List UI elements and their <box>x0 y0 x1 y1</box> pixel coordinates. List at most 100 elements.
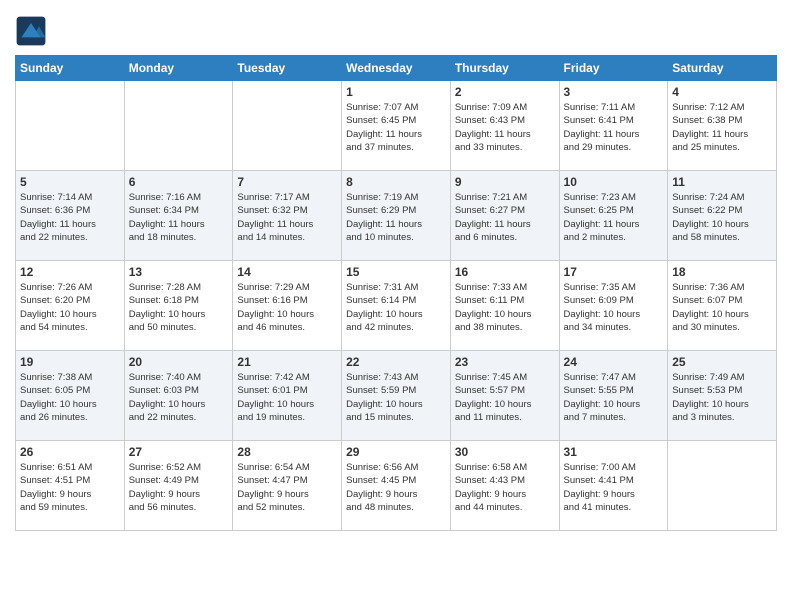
calendar-cell: 24 Sunrise: 7:47 AM Sunset: 5:55 PM Dayli… <box>559 351 668 441</box>
day-number: 25 <box>672 355 772 369</box>
day-content: Sunrise: 7:07 AM Sunset: 6:45 PM Dayligh… <box>346 101 446 154</box>
day-number: 6 <box>129 175 229 189</box>
day-content: Sunrise: 6:52 AM Sunset: 4:49 PM Dayligh… <box>129 461 229 514</box>
day-number: 22 <box>346 355 446 369</box>
calendar-cell: 1 Sunrise: 7:07 AM Sunset: 6:45 PM Daylig… <box>342 81 451 171</box>
day-content: Sunrise: 7:35 AM Sunset: 6:09 PM Dayligh… <box>564 281 664 334</box>
day-content: Sunrise: 7:14 AM Sunset: 6:36 PM Dayligh… <box>20 191 120 244</box>
weekday-header-sunday: Sunday <box>16 56 125 81</box>
calendar-cell: 2 Sunrise: 7:09 AM Sunset: 6:43 PM Daylig… <box>450 81 559 171</box>
weekday-header-thursday: Thursday <box>450 56 559 81</box>
calendar-cell: 4 Sunrise: 7:12 AM Sunset: 6:38 PM Daylig… <box>668 81 777 171</box>
day-content: Sunrise: 7:17 AM Sunset: 6:32 PM Dayligh… <box>237 191 337 244</box>
day-content: Sunrise: 7:16 AM Sunset: 6:34 PM Dayligh… <box>129 191 229 244</box>
calendar-cell: 6 Sunrise: 7:16 AM Sunset: 6:34 PM Daylig… <box>124 171 233 261</box>
day-content: Sunrise: 6:56 AM Sunset: 4:45 PM Dayligh… <box>346 461 446 514</box>
day-content: Sunrise: 7:19 AM Sunset: 6:29 PM Dayligh… <box>346 191 446 244</box>
day-content: Sunrise: 7:21 AM Sunset: 6:27 PM Dayligh… <box>455 191 555 244</box>
day-number: 15 <box>346 265 446 279</box>
day-number: 4 <box>672 85 772 99</box>
calendar-cell: 10 Sunrise: 7:23 AM Sunset: 6:25 PM Dayli… <box>559 171 668 261</box>
day-content: Sunrise: 7:29 AM Sunset: 6:16 PM Dayligh… <box>237 281 337 334</box>
calendar-cell: 28 Sunrise: 6:54 AM Sunset: 4:47 PM Dayli… <box>233 441 342 531</box>
day-number: 26 <box>20 445 120 459</box>
day-number: 3 <box>564 85 664 99</box>
day-number: 12 <box>20 265 120 279</box>
calendar-cell: 19 Sunrise: 7:38 AM Sunset: 6:05 PM Dayli… <box>16 351 125 441</box>
logo-icon <box>15 15 47 47</box>
calendar-cell: 12 Sunrise: 7:26 AM Sunset: 6:20 PM Dayli… <box>16 261 125 351</box>
header <box>15 15 777 47</box>
day-number: 24 <box>564 355 664 369</box>
calendar-cell: 18Sunrise: 7:36 AM Sunset: 6:07 PM Dayli… <box>668 261 777 351</box>
day-number: 10 <box>564 175 664 189</box>
calendar-cell <box>668 441 777 531</box>
calendar-cell: 5 Sunrise: 7:14 AM Sunset: 6:36 PM Daylig… <box>16 171 125 261</box>
calendar-cell: 17 Sunrise: 7:35 AM Sunset: 6:09 PM Dayli… <box>559 261 668 351</box>
calendar-week-row: 19 Sunrise: 7:38 AM Sunset: 6:05 PM Dayli… <box>16 351 777 441</box>
day-content: Sunrise: 7:31 AM Sunset: 6:14 PM Dayligh… <box>346 281 446 334</box>
calendar-week-row: 5 Sunrise: 7:14 AM Sunset: 6:36 PM Daylig… <box>16 171 777 261</box>
calendar-header: SundayMondayTuesdayWednesdayThursdayFrid… <box>16 56 777 81</box>
day-number: 31 <box>564 445 664 459</box>
day-number: 21 <box>237 355 337 369</box>
day-number: 14 <box>237 265 337 279</box>
day-content: Sunrise: 7:47 AM Sunset: 5:55 PM Dayligh… <box>564 371 664 424</box>
calendar-cell: 22 Sunrise: 7:43 AM Sunset: 5:59 PM Dayli… <box>342 351 451 441</box>
day-content: Sunrise: 7:09 AM Sunset: 6:43 PM Dayligh… <box>455 101 555 154</box>
weekday-header-tuesday: Tuesday <box>233 56 342 81</box>
day-number: 19 <box>20 355 120 369</box>
day-content: Sunrise: 7:12 AM Sunset: 6:38 PM Dayligh… <box>672 101 772 154</box>
day-number: 8 <box>346 175 446 189</box>
day-content: Sunrise: 7:33 AM Sunset: 6:11 PM Dayligh… <box>455 281 555 334</box>
calendar-cell: 14 Sunrise: 7:29 AM Sunset: 6:16 PM Dayli… <box>233 261 342 351</box>
day-number: 20 <box>129 355 229 369</box>
day-number: 11 <box>672 175 772 189</box>
day-content: Sunrise: 7:26 AM Sunset: 6:20 PM Dayligh… <box>20 281 120 334</box>
day-content: Sunrise: 7:23 AM Sunset: 6:25 PM Dayligh… <box>564 191 664 244</box>
day-number: 23 <box>455 355 555 369</box>
day-number: 13 <box>129 265 229 279</box>
calendar-cell <box>16 81 125 171</box>
weekday-header-friday: Friday <box>559 56 668 81</box>
calendar-cell <box>233 81 342 171</box>
calendar-cell: 21 Sunrise: 7:42 AM Sunset: 6:01 PM Dayli… <box>233 351 342 441</box>
calendar-cell: 23Sunrise: 7:45 AM Sunset: 5:57 PM Dayli… <box>450 351 559 441</box>
day-content: Sunrise: 7:24 AM Sunset: 6:22 PM Dayligh… <box>672 191 772 244</box>
calendar-cell: 20 Sunrise: 7:40 AM Sunset: 6:03 PM Dayli… <box>124 351 233 441</box>
calendar-cell: 3 Sunrise: 7:11 AM Sunset: 6:41 PM Daylig… <box>559 81 668 171</box>
day-number: 28 <box>237 445 337 459</box>
day-content: Sunrise: 6:58 AM Sunset: 4:43 PM Dayligh… <box>455 461 555 514</box>
calendar-cell: 29 Sunrise: 6:56 AM Sunset: 4:45 PM Dayli… <box>342 441 451 531</box>
weekday-header-saturday: Saturday <box>668 56 777 81</box>
calendar-week-row: 26Sunrise: 6:51 AM Sunset: 4:51 PM Dayli… <box>16 441 777 531</box>
day-number: 5 <box>20 175 120 189</box>
calendar-cell: 7 Sunrise: 7:17 AM Sunset: 6:32 PM Daylig… <box>233 171 342 261</box>
day-content: Sunrise: 7:43 AM Sunset: 5:59 PM Dayligh… <box>346 371 446 424</box>
day-number: 29 <box>346 445 446 459</box>
weekday-header-row: SundayMondayTuesdayWednesdayThursdayFrid… <box>16 56 777 81</box>
calendar-cell: 11 Sunrise: 7:24 AM Sunset: 6:22 PM Dayli… <box>668 171 777 261</box>
day-number: 2 <box>455 85 555 99</box>
calendar-cell: 8 Sunrise: 7:19 AM Sunset: 6:29 PM Daylig… <box>342 171 451 261</box>
calendar-cell: 15 Sunrise: 7:31 AM Sunset: 6:14 PM Dayli… <box>342 261 451 351</box>
day-number: 17 <box>564 265 664 279</box>
day-content: Sunrise: 7:11 AM Sunset: 6:41 PM Dayligh… <box>564 101 664 154</box>
calendar-cell: 31 Sunrise: 7:00 AM Sunset: 4:41 PM Dayli… <box>559 441 668 531</box>
weekday-header-wednesday: Wednesday <box>342 56 451 81</box>
day-content: Sunrise: 7:40 AM Sunset: 6:03 PM Dayligh… <box>129 371 229 424</box>
day-content: Sunrise: 7:36 AM Sunset: 6:07 PM Dayligh… <box>672 281 772 334</box>
day-number: 1 <box>346 85 446 99</box>
calendar-cell: 13Sunrise: 7:28 AM Sunset: 6:18 PM Dayli… <box>124 261 233 351</box>
calendar-week-row: 12 Sunrise: 7:26 AM Sunset: 6:20 PM Dayli… <box>16 261 777 351</box>
calendar-cell: 27Sunrise: 6:52 AM Sunset: 4:49 PM Dayli… <box>124 441 233 531</box>
day-content: Sunrise: 7:42 AM Sunset: 6:01 PM Dayligh… <box>237 371 337 424</box>
calendar-cell: 25 Sunrise: 7:49 AM Sunset: 5:53 PM Dayli… <box>668 351 777 441</box>
day-content: Sunrise: 6:54 AM Sunset: 4:47 PM Dayligh… <box>237 461 337 514</box>
day-number: 7 <box>237 175 337 189</box>
day-content: Sunrise: 7:38 AM Sunset: 6:05 PM Dayligh… <box>20 371 120 424</box>
day-content: Sunrise: 7:00 AM Sunset: 4:41 PM Dayligh… <box>564 461 664 514</box>
day-content: Sunrise: 7:49 AM Sunset: 5:53 PM Dayligh… <box>672 371 772 424</box>
calendar-cell: 30Sunrise: 6:58 AM Sunset: 4:43 PM Dayli… <box>450 441 559 531</box>
calendar-cell: 26Sunrise: 6:51 AM Sunset: 4:51 PM Dayli… <box>16 441 125 531</box>
